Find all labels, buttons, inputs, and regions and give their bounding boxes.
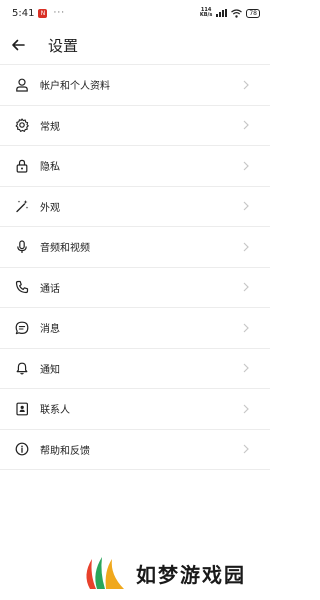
settings-item-help-feedback[interactable]: 帮助和反馈 bbox=[0, 430, 270, 470]
chevron-right-icon bbox=[242, 120, 250, 130]
settings-item-general[interactable]: 常规 bbox=[0, 106, 270, 146]
settings-item-label: 隐私 bbox=[40, 162, 60, 174]
bell-icon bbox=[14, 360, 30, 376]
page-title: 设置 bbox=[48, 36, 79, 55]
wifi-icon bbox=[231, 8, 243, 18]
chevron-right-icon bbox=[242, 201, 250, 211]
settings-item-label: 通知 bbox=[40, 364, 60, 376]
settings-item-contacts[interactable]: 联系人 bbox=[0, 389, 270, 430]
network-speed: 114 KB/s bbox=[200, 8, 213, 18]
settings-item-calls[interactable]: 通话 bbox=[0, 268, 270, 308]
more-notifications-indicator: ··· bbox=[53, 8, 66, 18]
settings-item-label: 外观 bbox=[40, 202, 60, 214]
person-icon bbox=[14, 77, 30, 93]
magic-wand-icon bbox=[14, 198, 30, 214]
gear-icon bbox=[14, 117, 30, 133]
notification-badge: N bbox=[38, 8, 48, 18]
settings-item-label: 音频和视频 bbox=[40, 243, 90, 255]
info-icon bbox=[14, 441, 30, 457]
watermark-logo-icon bbox=[86, 557, 124, 589]
watermark: 如梦游戏园 bbox=[80, 553, 270, 593]
app-header: 设置 bbox=[0, 26, 270, 64]
settings-item-audio-video[interactable]: 音频和视频 bbox=[0, 227, 270, 268]
status-time: 5:41 bbox=[12, 7, 35, 19]
chevron-right-icon bbox=[242, 161, 250, 171]
settings-item-notifications[interactable]: 通知 bbox=[0, 349, 270, 389]
chevron-right-icon bbox=[242, 363, 250, 373]
status-bar: 5:41 N ··· 114 KB/s 78 bbox=[0, 0, 270, 26]
settings-item-privacy[interactable]: 隐私 bbox=[0, 146, 270, 187]
network-speed-unit: KB/s bbox=[199, 12, 213, 18]
battery-indicator: 78 bbox=[246, 8, 260, 18]
chevron-right-icon bbox=[242, 242, 250, 252]
settings-item-label: 常规 bbox=[40, 121, 60, 133]
chevron-right-icon bbox=[242, 282, 250, 292]
settings-item-account[interactable]: 帐户和个人资料 bbox=[0, 65, 270, 106]
settings-item-messages[interactable]: 消息 bbox=[0, 308, 270, 349]
microphone-icon bbox=[14, 239, 30, 255]
chevron-right-icon bbox=[242, 444, 250, 454]
cell-signal-icon bbox=[216, 9, 228, 17]
settings-list: 帐户和个人资料 常规 隐私 外观 音频和视频 通话 消息 通知 联系人 帮助和反… bbox=[0, 64, 270, 470]
settings-item-appearance[interactable]: 外观 bbox=[0, 187, 270, 227]
settings-item-label: 帐户和个人资料 bbox=[40, 81, 110, 93]
lock-icon bbox=[14, 158, 30, 174]
back-arrow-icon bbox=[12, 39, 25, 51]
settings-item-label: 消息 bbox=[40, 324, 60, 336]
chat-icon bbox=[14, 320, 30, 336]
back-button[interactable] bbox=[0, 26, 36, 64]
settings-item-label: 通话 bbox=[40, 283, 60, 295]
settings-item-label: 帮助和反馈 bbox=[40, 445, 90, 457]
chevron-right-icon bbox=[242, 404, 250, 414]
status-right: 114 KB/s 78 bbox=[200, 8, 260, 18]
chevron-right-icon bbox=[242, 80, 250, 90]
chevron-right-icon bbox=[242, 323, 250, 333]
watermark-text: 如梦游戏园 bbox=[136, 562, 246, 587]
settings-item-label: 联系人 bbox=[40, 405, 70, 417]
phone-icon bbox=[14, 279, 30, 295]
contacts-icon bbox=[14, 401, 30, 417]
